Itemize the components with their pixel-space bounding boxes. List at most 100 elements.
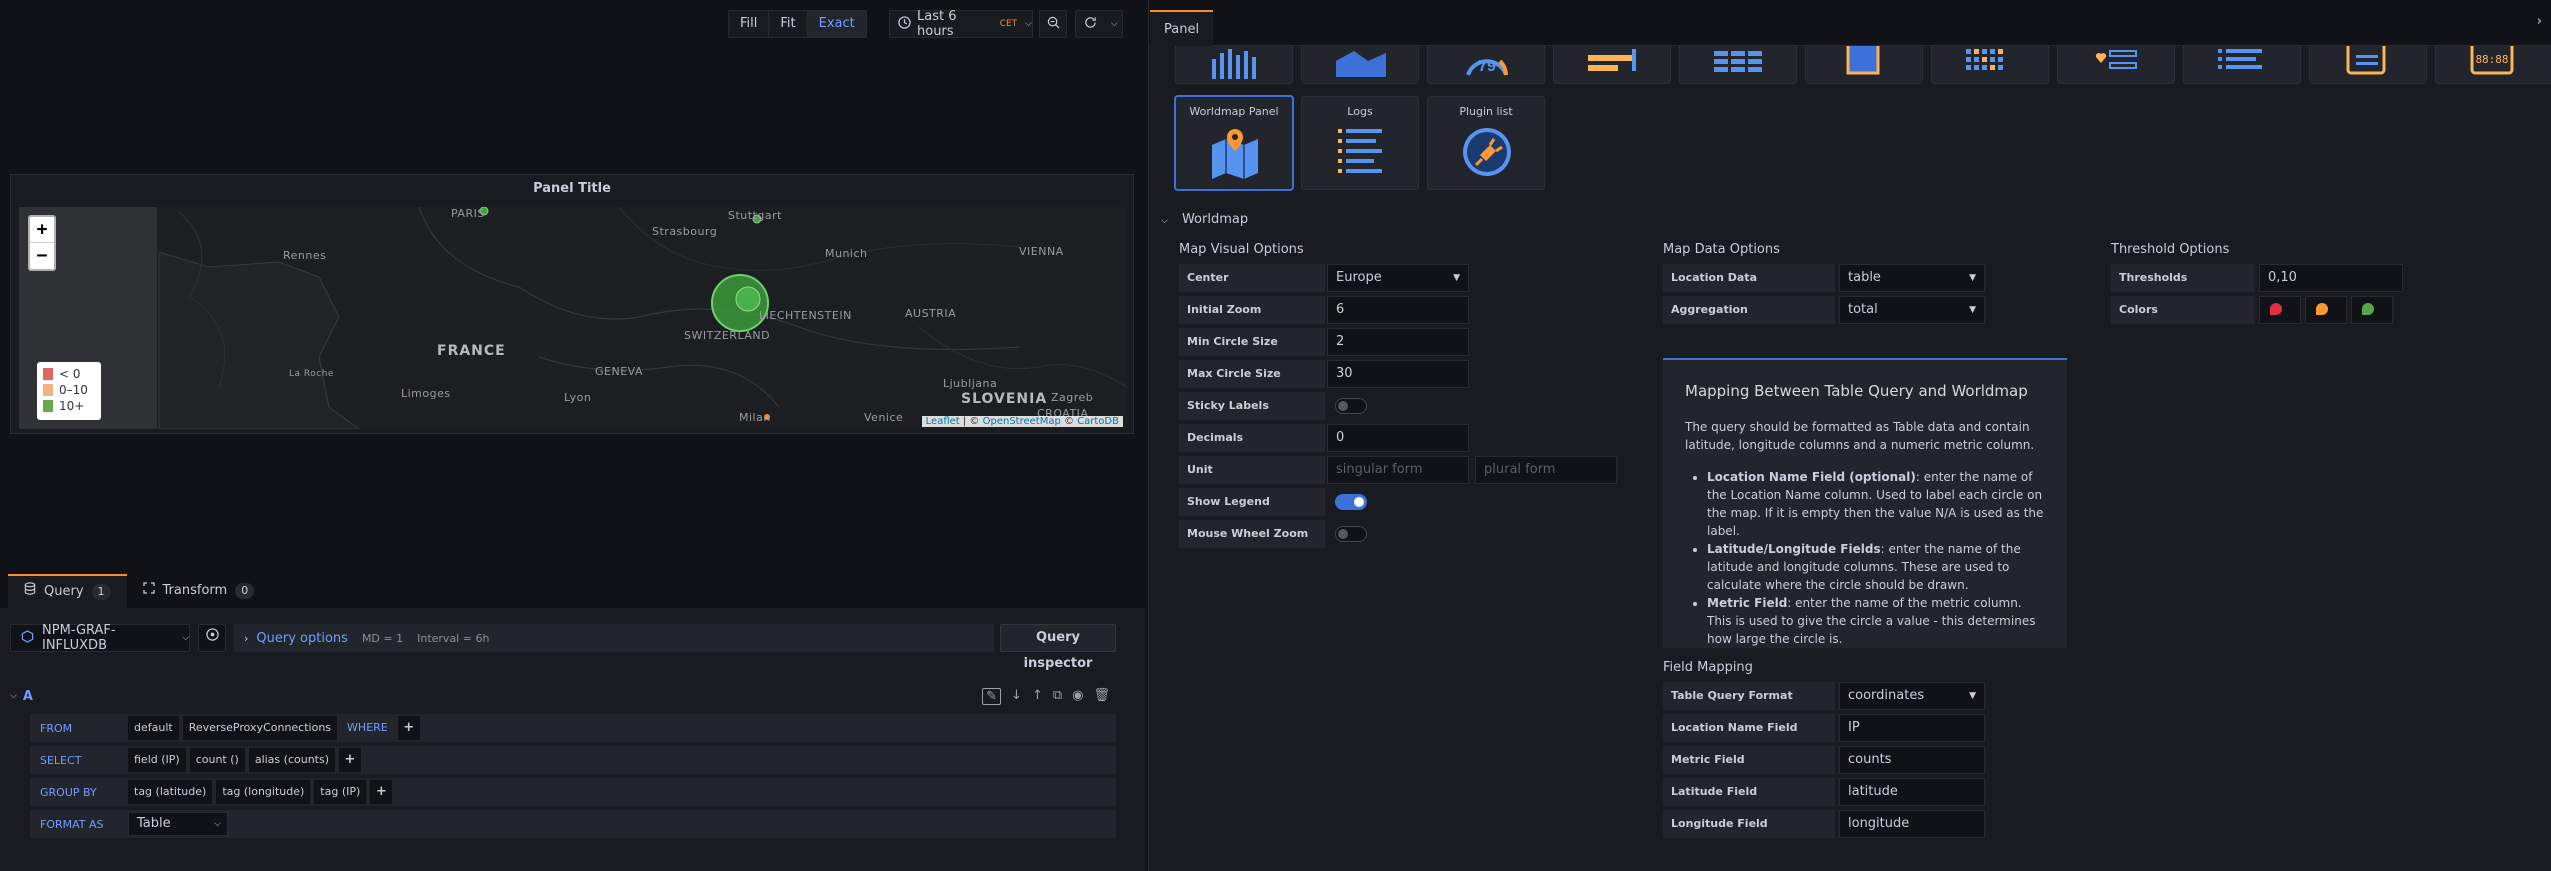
map-label-rennes: Rennes	[283, 249, 327, 262]
unit-label: Unit	[1179, 456, 1325, 484]
viz-tile-logs[interactable]: Logs	[1301, 96, 1419, 190]
tab-transform[interactable]: Transform 0	[127, 574, 271, 608]
add-select-button[interactable]: +	[339, 748, 361, 772]
table-query-format-select[interactable]: coordinates ▼	[1839, 682, 1985, 710]
trash-icon[interactable]: 🗑	[1093, 688, 1110, 705]
viz-tile-gauge[interactable]: 79	[1427, 46, 1545, 84]
influxdb-icon	[21, 629, 34, 647]
location-data-select[interactable]: table ▼	[1839, 264, 1985, 292]
measurement-chip[interactable]: ReverseProxyConnections	[182, 716, 338, 740]
zoom-out-time-button[interactable]	[1039, 10, 1067, 38]
list-item: Location Name Field (optional): enter th…	[1707, 468, 2045, 540]
alias-chip[interactable]: alias (counts)	[248, 748, 335, 772]
tab-transform-label: Transform	[162, 583, 228, 598]
field-chip[interactable]: field (IP)	[128, 748, 186, 772]
query-options-bar[interactable]: › Query options MD = 1 Interval = 6h	[234, 624, 994, 652]
tag-ip-chip[interactable]: tag (IP)	[314, 780, 367, 804]
viz-tile-stat[interactable]	[1553, 46, 1671, 84]
copy-icon[interactable]: ⧉	[1053, 688, 1062, 705]
format-as-select[interactable]: Table ⌵	[128, 812, 228, 836]
fill-button[interactable]: Fill	[729, 11, 770, 37]
viz-tile-text[interactable]	[1805, 46, 1923, 84]
aggregation-select[interactable]: total ▼	[1839, 296, 1985, 324]
location-data-value: table	[1848, 270, 1881, 285]
arrow-up-icon[interactable]: ↑	[1032, 688, 1043, 705]
viz-tile-list[interactable]	[2183, 46, 2301, 84]
from-keyword: FROM	[40, 721, 73, 735]
pencil-icon[interactable]: ✎	[982, 688, 1002, 705]
world-map[interactable]: PARIS Stuttgart Strasbourg Munich VIENNA…	[19, 207, 1127, 429]
map-label-austria: AUSTRIA	[905, 307, 957, 320]
viz-tile-plugin-list[interactable]: Plugin list	[1427, 96, 1545, 190]
viz-tile-news[interactable]	[2057, 46, 2175, 84]
color-picker-1[interactable]	[2259, 296, 2301, 324]
colors-label: Colors	[2111, 296, 2255, 324]
longitude-field-input[interactable]: longitude	[1839, 810, 1985, 838]
viz-tile-heatmap[interactable]	[1931, 46, 2049, 84]
options-header: Panel ›	[1149, 0, 2551, 46]
thresholds-input[interactable]: 0,10	[2259, 264, 2403, 292]
location-name-field-input[interactable]: IP	[1839, 714, 1985, 742]
latitude-field-label: Latitude Field	[1663, 778, 1835, 806]
tag-longitude-chip[interactable]: tag (longitude)	[216, 780, 311, 804]
viz-tile-bar-gauge[interactable]	[1175, 46, 1293, 84]
chevron-right-icon[interactable]: ›	[2537, 14, 2542, 29]
unit-plural-input[interactable]: plural form	[1475, 456, 1617, 484]
retention-policy-chip[interactable]: default	[128, 716, 179, 740]
text-panel-icon	[1846, 46, 1880, 75]
map-zoom-out-button[interactable]: −	[30, 243, 54, 269]
section-worldmap[interactable]: ⌵ Worldmap	[1161, 212, 1248, 227]
viz-tile-clock[interactable]: 88:88	[2435, 46, 2551, 84]
map-label-zagreb: Zagreb	[1051, 391, 1094, 404]
viz-tile-graph[interactable]	[1301, 46, 1419, 84]
metric-field-input[interactable]: counts	[1839, 746, 1985, 774]
osm-link[interactable]: OpenStreetMap	[983, 416, 1061, 427]
arrow-down-icon[interactable]: ↓	[1011, 688, 1022, 705]
map-label-limoges: Limoges	[401, 387, 451, 400]
show-legend-toggle[interactable]	[1335, 494, 1367, 510]
center-select[interactable]: Europe ▼	[1327, 264, 1469, 292]
chevron-down-icon: ▼	[1453, 273, 1460, 283]
aggregation-value: total	[1848, 302, 1878, 317]
map-zoom-in-button[interactable]: +	[30, 217, 54, 243]
unit-singular-input[interactable]: singular form	[1327, 456, 1469, 484]
stat-icon	[1588, 49, 1636, 71]
decimals-input[interactable]: 0	[1327, 424, 1469, 452]
count-chip[interactable]: count ()	[189, 748, 245, 772]
chevron-down-icon: ⌵	[182, 633, 189, 643]
map-data-options-title: Map Data Options	[1663, 242, 1780, 257]
color-picker-3[interactable]	[2351, 296, 2393, 324]
eye-icon[interactable]: ◉	[1072, 688, 1083, 705]
viz-tile-annotations[interactable]	[2309, 46, 2427, 84]
list-item: Metric Field: enter the name of the metr…	[1707, 594, 2045, 648]
tab-query[interactable]: Query 1	[8, 574, 127, 608]
max-circle-size-input[interactable]: 30	[1327, 360, 1469, 388]
datasource-picker[interactable]: NPM-GRAF-INFLUXDB ⌵	[10, 623, 190, 653]
query-inspector-button[interactable]: Query inspector	[1000, 624, 1116, 671]
exact-button[interactable]: Exact	[807, 11, 866, 37]
leaflet-link[interactable]: Leaflet	[926, 416, 960, 427]
viz-tile-worldmap[interactable]: Worldmap Panel	[1175, 96, 1293, 190]
map-visual-options-title: Map Visual Options	[1179, 242, 1304, 257]
query-row-header[interactable]: ⌵ A ✎ ↓ ↑ ⧉ ◉ 🗑	[10, 684, 1116, 708]
min-circle-size-input[interactable]: 2	[1327, 328, 1469, 356]
mapping-help-title: Mapping Between Table Query and Worldmap	[1685, 382, 2028, 400]
refresh-chevron-icon[interactable]: ⌵	[1111, 19, 1118, 29]
help-button[interactable]	[198, 624, 226, 652]
initial-zoom-input[interactable]: 6	[1327, 296, 1469, 324]
fit-button[interactable]: Fit	[769, 11, 808, 37]
add-where-button[interactable]: +	[397, 716, 420, 740]
add-groupby-button[interactable]: +	[370, 780, 393, 804]
viz-tile-table[interactable]	[1679, 46, 1797, 84]
tag-latitude-chip[interactable]: tag (latitude)	[128, 780, 213, 804]
sticky-labels-toggle[interactable]	[1335, 398, 1367, 414]
query-groupby-line: GROUP BY tag (latitude) tag (longitude) …	[30, 778, 1116, 806]
mouse-wheel-zoom-toggle[interactable]	[1335, 526, 1367, 542]
refresh-button[interactable]: ⌵	[1075, 10, 1123, 38]
latitude-field-input[interactable]: latitude	[1839, 778, 1985, 806]
time-range-picker[interactable]: Last 6 hours CET ⌵	[889, 9, 1033, 39]
color-picker-2[interactable]	[2305, 296, 2347, 324]
max-circle-size-label: Max Circle Size	[1179, 360, 1325, 388]
tab-panel[interactable]: Panel	[1150, 10, 1214, 46]
carto-link[interactable]: CartoDB	[1077, 416, 1119, 427]
